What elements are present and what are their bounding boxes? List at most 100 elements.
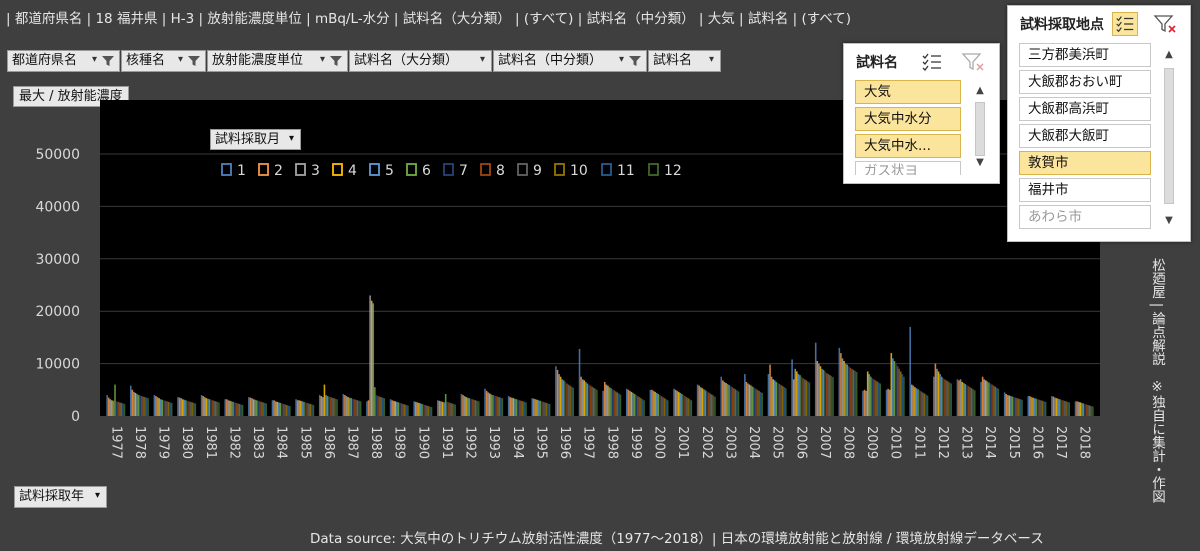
bar	[720, 376, 723, 416]
bar	[394, 401, 397, 416]
slicer-sample-item[interactable]: 大気	[855, 80, 961, 104]
bar	[443, 402, 445, 416]
bar	[873, 379, 875, 416]
bar	[145, 397, 148, 416]
bar	[203, 397, 206, 416]
legend-field-button[interactable]: 試料採取月 ▾	[210, 129, 302, 150]
bar	[1027, 396, 1030, 416]
bar	[303, 401, 305, 416]
bar	[282, 403, 285, 416]
bar	[1084, 403, 1086, 416]
bar	[147, 398, 149, 416]
bar	[1092, 406, 1094, 416]
slicer-location-item[interactable]: 福井市	[1019, 178, 1151, 202]
bar	[492, 395, 494, 416]
bar	[750, 385, 752, 416]
bar	[167, 401, 170, 416]
bar	[273, 400, 275, 416]
bar	[262, 402, 264, 416]
bar	[607, 385, 609, 416]
bar	[238, 403, 241, 416]
bar	[525, 402, 527, 416]
bar	[449, 402, 452, 416]
chevron-down-icon[interactable]: ▾	[289, 129, 294, 148]
bar	[663, 398, 666, 416]
scroll-up-icon[interactable]: ▲	[972, 84, 988, 98]
bar	[185, 400, 187, 416]
slicer-location-item[interactable]: 三方郡美浜町	[1019, 43, 1151, 67]
bar	[832, 377, 834, 416]
bar	[791, 359, 793, 416]
bar	[295, 399, 297, 416]
slicer-location-item[interactable]: 敦賀市	[1019, 151, 1151, 175]
bar	[522, 401, 524, 416]
bar	[325, 395, 327, 416]
bar	[777, 382, 779, 416]
chevron-down-icon[interactable]: ▾	[95, 486, 100, 506]
x-tick-label: 1989	[392, 426, 407, 459]
scrollbar-thumb[interactable]	[1164, 68, 1174, 204]
bar	[347, 397, 349, 416]
scrollbar-thumb[interactable]	[975, 102, 985, 156]
bar	[1029, 396, 1031, 416]
y-tick-label: 40000	[35, 199, 80, 215]
bar	[407, 405, 409, 416]
bar	[144, 397, 146, 416]
bar	[1033, 398, 1036, 416]
multi-select-icon[interactable]	[1112, 12, 1138, 36]
bar	[515, 399, 518, 416]
bar	[848, 366, 850, 416]
bar	[614, 391, 617, 416]
bar	[260, 401, 263, 416]
x-tick-label: 1993	[486, 426, 501, 459]
bar	[237, 403, 239, 416]
bar	[807, 381, 809, 416]
bar	[688, 399, 691, 416]
multi-select-icon[interactable]	[919, 50, 945, 74]
slicer-location-item[interactable]: 大飯郡高浜町	[1019, 97, 1151, 121]
bar	[1060, 399, 1063, 416]
axis-field-button[interactable]: 試料採取年 ▾	[14, 486, 108, 508]
bar	[202, 396, 204, 416]
bar	[753, 387, 756, 416]
bar	[805, 380, 808, 416]
bar	[355, 399, 357, 416]
scroll-down-icon[interactable]: ▼	[972, 156, 988, 170]
bar	[180, 398, 182, 416]
bar	[1003, 392, 1006, 416]
bar	[446, 401, 449, 416]
bar	[865, 390, 867, 416]
bar	[1016, 398, 1019, 416]
bar	[681, 393, 683, 416]
bar	[511, 397, 513, 416]
bar	[345, 396, 348, 416]
scroll-up-icon[interactable]: ▲	[1161, 48, 1177, 62]
bar	[514, 398, 516, 416]
clear-filter-icon[interactable]	[1152, 12, 1178, 36]
bar	[462, 395, 464, 416]
bar	[106, 395, 108, 416]
bar	[846, 364, 848, 416]
slicer-location-item[interactable]: あわら市	[1019, 205, 1151, 229]
bar	[537, 400, 540, 416]
slicer-sample-item[interactable]: 大気中水...	[855, 134, 961, 158]
bar	[418, 402, 420, 416]
scroll-down-icon[interactable]: ▼	[1161, 214, 1177, 228]
bar	[580, 376, 582, 416]
bar	[778, 384, 781, 416]
bar	[917, 389, 919, 416]
clear-filter-icon[interactable]	[960, 50, 986, 74]
bar	[619, 394, 622, 416]
slicer-sample-item[interactable]: 大気中水分	[855, 107, 961, 131]
bar	[818, 363, 820, 416]
bar	[933, 376, 935, 416]
bar	[375, 395, 378, 416]
bar	[821, 368, 823, 416]
legend-label: 8	[496, 163, 505, 179]
y-tick-label: 20000	[35, 304, 80, 320]
bar	[232, 401, 234, 416]
slicer-sample-item[interactable]: ガス状ヨ	[855, 161, 961, 175]
slicer-location-item[interactable]: 大飯郡大飯町	[1019, 124, 1151, 148]
slicer-location-item[interactable]: 大飯郡おおい町	[1019, 70, 1151, 94]
bar	[444, 393, 447, 416]
